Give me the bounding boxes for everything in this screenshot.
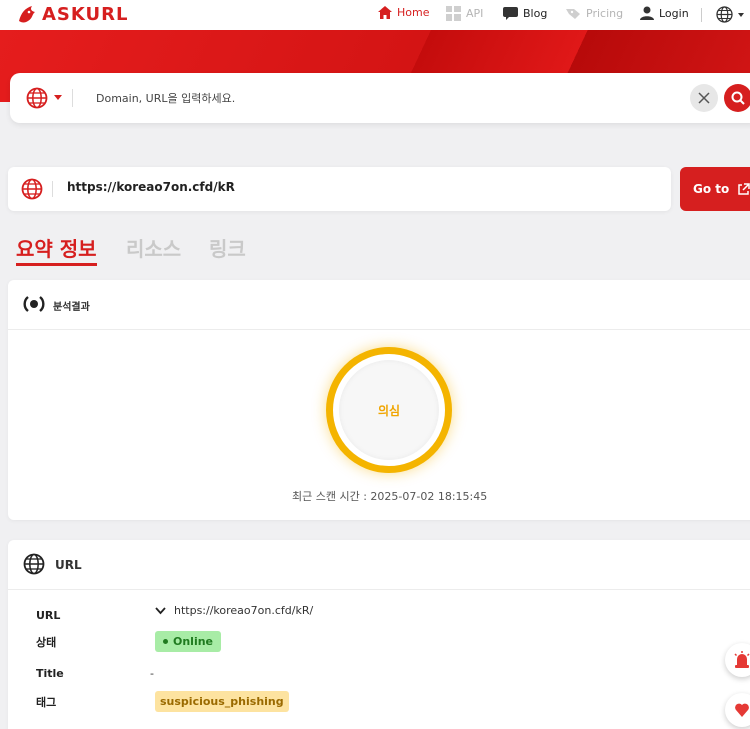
tag-badge[interactable]: suspicious_phishing (155, 691, 289, 712)
url-row-value[interactable]: https://koreao7on.cfd/kR/ (155, 604, 313, 617)
logo-text: ASKURL (42, 3, 129, 25)
clear-search-button[interactable] (690, 84, 718, 112)
tag-row-value: suspicious_phishing (155, 691, 289, 712)
tab-summary[interactable]: 요약 정보 (16, 233, 97, 266)
globe-icon (23, 553, 45, 579)
blog-icon (503, 7, 518, 20)
globe-icon (716, 6, 733, 23)
url-row-label: URL (36, 609, 61, 622)
search-divider (72, 89, 73, 107)
tag-row-label: 태그 (36, 696, 57, 709)
analysis-icon (22, 292, 46, 320)
url-value-text: https://koreao7on.cfd/kR/ (174, 604, 314, 617)
tab-links[interactable]: 링크 (209, 233, 246, 262)
title-value-text: - (150, 667, 154, 680)
verdict-label: 의심 (339, 360, 439, 460)
nav-api-label: API (466, 7, 484, 20)
nav-divider (701, 8, 702, 22)
search-icon (731, 91, 745, 105)
caret-down-icon[interactable] (54, 95, 62, 100)
search-scope-selector[interactable] (26, 87, 48, 113)
nav-blog[interactable]: Blog (503, 6, 547, 20)
url-info-card: URL URL https://koreao7on.cfd/kR/ 상태 Onl… (8, 540, 750, 729)
scan-time: 최근 스캔 시간 : 2025-07-02 18:15:45 (292, 490, 488, 503)
status-dot (163, 639, 168, 644)
status-row-label: 상태 (36, 636, 57, 649)
alert-siren-icon (734, 651, 750, 668)
status-badge-text: Online (173, 635, 214, 648)
logo-icon (19, 6, 35, 23)
status-badge: Online (155, 631, 222, 652)
search-button[interactable] (724, 84, 750, 112)
nav-home-label: Home (397, 6, 430, 19)
analysis-card-header: 분석결과 (8, 280, 750, 330)
help-chat-icon (735, 703, 749, 717)
search-bar (10, 73, 750, 123)
url-card-title: URL (55, 558, 82, 572)
nav-pricing-label: Pricing (586, 6, 624, 20)
close-icon (698, 92, 710, 104)
title-row-label: Title (36, 667, 64, 680)
api-icon (446, 6, 461, 21)
title-row-value: - (150, 667, 154, 680)
caret-down-icon (738, 12, 744, 17)
nav-pricing[interactable]: Pricing (566, 6, 623, 20)
home-icon (378, 6, 392, 19)
nav-blog-label: Blog (523, 6, 548, 20)
external-link-icon (738, 182, 750, 195)
nav-login[interactable]: Login (640, 6, 689, 20)
go-to-label: Go to (693, 182, 730, 196)
url-card-header: URL (8, 540, 750, 590)
chevron-down-icon (155, 606, 166, 614)
status-row-value: Online (155, 631, 222, 652)
url-divider (52, 181, 53, 197)
go-to-button[interactable]: Go to (680, 167, 750, 211)
language-selector[interactable] (716, 6, 744, 23)
top-navigation-bar: ASKURL Home API Blog Pricing Login (0, 0, 750, 30)
pricing-icon (566, 9, 580, 19)
verdict-ring: 의심 (326, 347, 452, 473)
scanned-url-text: https://koreao7on.cfd/kR (67, 180, 235, 194)
analysis-card-title: 분석결과 (53, 302, 90, 313)
globe-icon (21, 178, 43, 204)
user-icon (640, 6, 654, 20)
analysis-result-card: 분석결과 의심 최근 스캔 시간 : 2025-07-02 18:15:45 (8, 280, 750, 520)
tab-resources[interactable]: 리소스 (126, 233, 181, 262)
scanned-url-box: https://koreao7on.cfd/kR (8, 167, 671, 211)
globe-icon (26, 87, 48, 109)
nav-api[interactable]: API (446, 6, 483, 21)
search-input[interactable] (96, 89, 656, 107)
nav-home[interactable]: Home (378, 6, 429, 19)
logo[interactable]: ASKURL (16, 3, 128, 25)
nav-login-label: Login (659, 6, 689, 20)
